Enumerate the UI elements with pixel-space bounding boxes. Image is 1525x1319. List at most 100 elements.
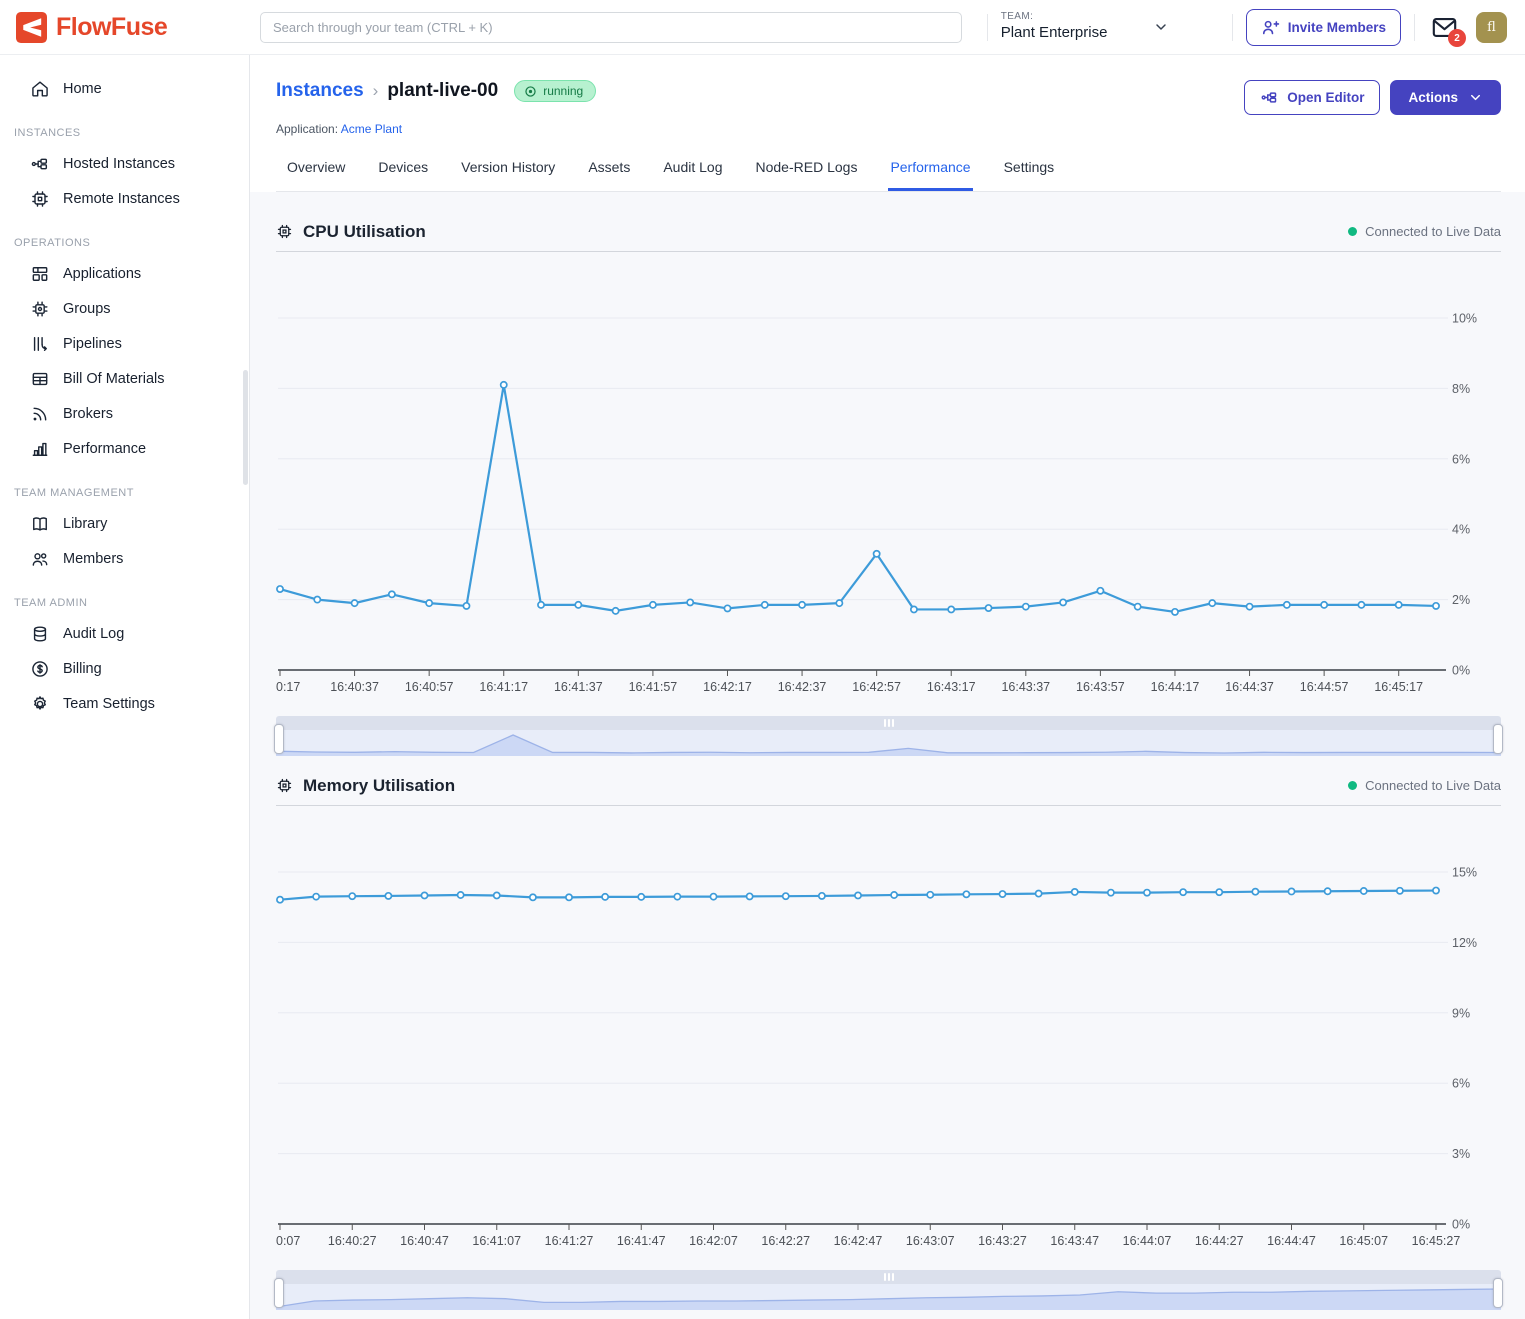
sidebar-item-hosted-instances[interactable]: Hosted Instances	[0, 146, 249, 181]
sidebar-item-label: Applications	[63, 266, 141, 282]
cpu-range-grip-handle[interactable]	[884, 719, 894, 727]
sidebar-item-team-settings[interactable]: Team Settings	[0, 686, 249, 721]
svg-text:2%: 2%	[1452, 593, 1470, 607]
breadcrumb: Instances › plant-live-00 running	[276, 80, 596, 102]
sidebar-section-team-management: TEAM MANAGEMENT	[14, 487, 249, 499]
svg-text:16:44:57: 16:44:57	[1300, 680, 1349, 694]
invite-members-button[interactable]: Invite Members	[1246, 9, 1401, 46]
open-editor-button[interactable]: Open Editor	[1244, 80, 1380, 115]
team-label: TEAM:	[1001, 11, 1108, 24]
breadcrumb-instances-link[interactable]: Instances	[276, 80, 364, 102]
tab-version-history[interactable]: Version History	[459, 153, 557, 191]
sidebar-item-remote-instances[interactable]: Remote Instances	[0, 181, 249, 216]
sidebar-item-library[interactable]: Library	[0, 506, 249, 541]
sidebar-item-audit-log[interactable]: Audit Log	[0, 616, 249, 651]
header-divider	[1232, 14, 1233, 41]
cpu-range-handle-right[interactable]	[1493, 724, 1503, 754]
memory-range-bar[interactable]	[276, 1270, 1501, 1284]
svg-text:16:41:27: 16:41:27	[545, 1234, 594, 1248]
person-plus-icon	[1261, 18, 1280, 37]
svg-text:16:44:17: 16:44:17	[1151, 680, 1200, 694]
svg-text:16:45:17: 16:45:17	[1374, 680, 1423, 694]
memory-range-grip-handle[interactable]	[884, 1273, 894, 1281]
sidebar-item-members[interactable]: Members	[0, 541, 249, 576]
memory-time-range-slider[interactable]	[276, 1270, 1501, 1310]
table-icon	[30, 369, 50, 389]
svg-text:0:07: 0:07	[276, 1234, 300, 1248]
svg-text:6%: 6%	[1452, 1077, 1470, 1091]
sidebar-scrollbar[interactable]	[243, 370, 248, 485]
tab-node-red-logs[interactable]: Node-RED Logs	[754, 153, 860, 191]
cpu-live-status: Connected to Live Data	[1348, 224, 1501, 239]
svg-text:12%: 12%	[1452, 936, 1477, 950]
sidebar-item-label: Pipelines	[63, 336, 122, 352]
notifications-button[interactable]: 2	[1428, 11, 1460, 43]
tab-assets[interactable]: Assets	[586, 153, 632, 191]
sidebar-item-label: Remote Instances	[63, 191, 180, 207]
sidebar-item-billing[interactable]: Billing	[0, 651, 249, 686]
team-selector[interactable]: TEAM: Plant Enterprise	[1001, 11, 1219, 42]
actions-button[interactable]: Actions	[1390, 80, 1501, 115]
application-link[interactable]: Acme Plant	[341, 122, 402, 136]
svg-text:16:42:27: 16:42:27	[761, 1234, 810, 1248]
sidebar-item-brokers[interactable]: Brokers	[0, 396, 249, 431]
sidebar-item-label: Team Settings	[63, 696, 155, 712]
search-input[interactable]	[260, 12, 962, 43]
logo-text: FlowFuse	[56, 13, 167, 42]
sidebar-item-groups[interactable]: Groups	[0, 291, 249, 326]
svg-text:16:41:57: 16:41:57	[629, 680, 678, 694]
sidebar-item-applications[interactable]: Applications	[0, 256, 249, 291]
chevron-down-icon	[1153, 19, 1169, 35]
cpu-range-bar[interactable]	[276, 716, 1501, 730]
svg-text:16:45:27: 16:45:27	[1412, 1234, 1461, 1248]
cpu-range-handle-left[interactable]	[274, 724, 284, 754]
memory-range-handle-left[interactable]	[274, 1278, 284, 1308]
sidebar-item-label: Performance	[63, 441, 146, 457]
bar-chart-icon	[30, 439, 50, 459]
rss-icon	[30, 404, 50, 424]
svg-text:8%: 8%	[1452, 382, 1470, 396]
home-icon	[30, 79, 50, 99]
sidebar-item-bill-of-materials[interactable]: Bill Of Materials	[0, 361, 249, 396]
book-icon	[30, 514, 50, 534]
tab-devices[interactable]: Devices	[376, 153, 430, 191]
sidebar-item-label: Groups	[63, 301, 111, 317]
svg-text:16:42:07: 16:42:07	[689, 1234, 738, 1248]
sidebar-item-home[interactable]: Home	[0, 71, 249, 106]
tab-settings[interactable]: Settings	[1002, 153, 1057, 191]
flowfuse-logo[interactable]: FlowFuse	[0, 12, 250, 43]
svg-text:16:41:17: 16:41:17	[479, 680, 528, 694]
sidebar-item-label: Audit Log	[63, 626, 124, 642]
tab-audit-log[interactable]: Audit Log	[661, 153, 724, 191]
memory-range-handle-right[interactable]	[1493, 1278, 1503, 1308]
svg-text:16:43:07: 16:43:07	[906, 1234, 955, 1248]
sidebar: HomeINSTANCESHosted InstancesRemote Inst…	[0, 55, 250, 1319]
dollar-icon	[30, 659, 50, 679]
cpu-utilisation-section: CPU Utilisation Connected to Live Data 0…	[276, 212, 1501, 756]
tab-bar: Overview Devices Version History Assets Audi…	[276, 153, 1501, 192]
svg-text:16:41:07: 16:41:07	[472, 1234, 521, 1248]
memory-utilisation-section: Memory Utilisation Connected to Live Dat…	[276, 766, 1501, 1310]
svg-text:16:42:57: 16:42:57	[852, 680, 901, 694]
sidebar-item-performance[interactable]: Performance	[0, 431, 249, 466]
team-name: Plant Enterprise	[1001, 24, 1108, 43]
flowfuse-logo-icon	[16, 12, 47, 43]
main-area: Instances › plant-live-00 running Open E…	[250, 55, 1525, 1319]
svg-text:16:42:37: 16:42:37	[778, 680, 827, 694]
sidebar-item-label: Members	[63, 551, 123, 567]
node-editor-icon	[1260, 88, 1279, 107]
svg-text:15%: 15%	[1452, 866, 1477, 880]
svg-text:9%: 9%	[1452, 1006, 1470, 1020]
gear-icon	[30, 694, 50, 714]
tab-overview[interactable]: Overview	[285, 153, 347, 191]
tab-performance[interactable]: Performance	[888, 153, 972, 191]
svg-text:16:40:27: 16:40:27	[328, 1234, 377, 1248]
sidebar-item-pipelines[interactable]: Pipelines	[0, 326, 249, 361]
sidebar-item-label: Brokers	[63, 406, 113, 422]
svg-text:16:42:47: 16:42:47	[834, 1234, 883, 1248]
svg-text:0%: 0%	[1452, 1218, 1470, 1232]
cpu-time-range-slider[interactable]	[276, 716, 1501, 756]
svg-text:0%: 0%	[1452, 664, 1470, 678]
avatar[interactable]: fl	[1476, 12, 1507, 43]
svg-text:16:40:37: 16:40:37	[330, 680, 379, 694]
